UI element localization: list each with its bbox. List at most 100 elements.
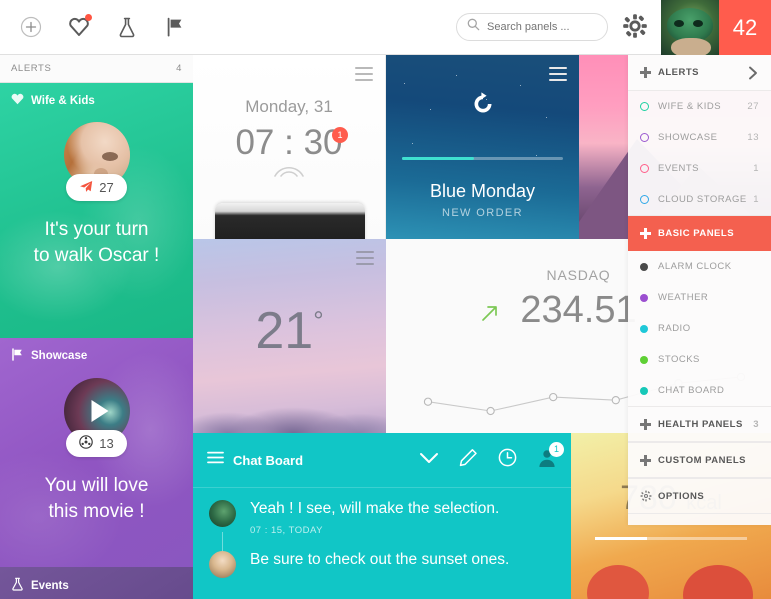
- sidebar-item-wife-kids[interactable]: WIFE & KIDS 27: [628, 91, 771, 122]
- movie-count-pill[interactable]: 13: [66, 430, 127, 457]
- group-icon: [640, 454, 658, 466]
- hamburger-icon[interactable]: [549, 67, 567, 85]
- sidebar-item-chat-board[interactable]: CHAT BOARD: [628, 375, 771, 406]
- sidebar-item-label: CLOUD STORAGE: [658, 194, 747, 205]
- clock-icon[interactable]: [498, 448, 517, 472]
- sidebar-item-label: CHAT BOARD: [658, 385, 725, 396]
- alerts-column: ALERTS 4 Wife & Kids 27 It's your turn t…: [0, 55, 193, 599]
- flask-icon[interactable]: [112, 12, 142, 42]
- alert-card-events[interactable]: Events: [0, 567, 193, 599]
- card-header: Events: [0, 567, 193, 594]
- card-message: You will love this movie !: [37, 473, 157, 525]
- chevron-down-icon[interactable]: [419, 451, 439, 469]
- alert-card-showcase[interactable]: Showcase 13 You will love this movie !: [0, 338, 193, 567]
- plus-icon: [640, 454, 651, 466]
- hamburger-icon[interactable]: [207, 451, 224, 469]
- message-text: Yeah ! I see, will make the selection.: [250, 500, 500, 517]
- sidebar-item-count: 27: [747, 101, 759, 112]
- message-count-pill[interactable]: 27: [66, 174, 127, 201]
- flag-icon[interactable]: [160, 12, 190, 42]
- chart-point: [486, 406, 495, 416]
- pencil-icon[interactable]: [459, 448, 478, 472]
- paper-plane-icon: [79, 180, 93, 196]
- search-icon: [467, 18, 480, 36]
- panel-alarm-clock[interactable]: Monday, 31 07 : 30 1: [193, 55, 386, 239]
- toolbar-icon-group: [0, 12, 190, 42]
- sidebar-group-alerts-group[interactable]: ALERTS: [628, 55, 771, 91]
- panel-radio[interactable]: Blue Monday NEW ORDER: [386, 55, 579, 239]
- play-icon[interactable]: [91, 400, 108, 422]
- sidebar-item-alarm-clock[interactable]: ALARM CLOCK: [628, 251, 771, 282]
- status-dot: [640, 324, 648, 333]
- sidebar-item-label: RADIO: [658, 323, 691, 334]
- sidebar-item-label: SHOWCASE: [658, 132, 718, 143]
- group-icon: [640, 228, 658, 239]
- weather-landscape: [193, 387, 386, 433]
- card-message-line-2: this movie !: [48, 501, 145, 522]
- card-body: 27 It's your turn to walk Oscar !: [0, 108, 193, 269]
- panel-chat-board[interactable]: Chat Board 1 Yeah ! I see, will make the…: [193, 433, 571, 599]
- chevron-right-icon[interactable]: [747, 66, 759, 80]
- favorite-heart-icon[interactable]: [64, 12, 94, 42]
- sidebar-item-cloud-storage[interactable]: CLOUD STORAGE 1: [628, 184, 771, 215]
- sidebar-group-custom-panels-group[interactable]: CUSTOM PANELS: [628, 442, 771, 478]
- card-message: It's your turn to walk Oscar !: [26, 217, 168, 269]
- card-message-line-2: to walk Oscar !: [33, 245, 160, 266]
- item-marker: [640, 102, 658, 111]
- avatar-eye-left: [674, 20, 684, 27]
- card-title: Showcase: [31, 350, 88, 362]
- replay-icon[interactable]: [470, 91, 496, 122]
- hamburger-icon[interactable]: [356, 251, 374, 269]
- sidebar-group-count: 3: [753, 418, 759, 430]
- panels-sidebar: ALERTS WIFE & KIDS 27 SHOWCASE 13 EVENTS 1 CLOU…: [628, 55, 771, 525]
- calories-progress-bar[interactable]: [595, 537, 747, 540]
- alert-card-wife-kids[interactable]: Wife & Kids 27 It's your turn to walk Os…: [0, 83, 193, 338]
- sidebar-group-health-panels-group[interactable]: HEALTH PANELS 3: [628, 406, 771, 442]
- gear-icon[interactable]: [620, 11, 650, 41]
- item-marker: [640, 386, 658, 395]
- sidebar-group-label: BASIC PANELS: [658, 228, 735, 239]
- card-title: Events: [31, 579, 69, 592]
- sidebar-item-label: ALARM CLOCK: [658, 261, 732, 272]
- chat-title: Chat Board: [233, 452, 304, 468]
- sidebar-item-showcase[interactable]: SHOWCASE 13: [628, 122, 771, 153]
- card-body: 13 You will love this movie !: [0, 364, 193, 525]
- item-marker: [640, 262, 658, 271]
- search-input[interactable]: [487, 21, 592, 33]
- avatar-eye: [101, 152, 118, 161]
- sidebar-item-radio[interactable]: RADIO: [628, 313, 771, 344]
- status-ring: [640, 164, 649, 173]
- notification-count-badge[interactable]: 42: [719, 0, 771, 55]
- sidebar-item-events[interactable]: EVENTS 1: [628, 153, 771, 184]
- sidebar-item-count: 1: [753, 194, 759, 205]
- group-icon: [640, 67, 658, 78]
- alerts-title: ALERTS: [11, 63, 52, 74]
- sidebar-item-stocks[interactable]: STOCKS: [628, 344, 771, 375]
- item-marker: [640, 195, 658, 204]
- status-dot: [640, 386, 648, 395]
- avatar[interactable]: [661, 0, 719, 55]
- person-icon[interactable]: 1: [537, 441, 564, 473]
- chat-message[interactable]: Be sure to check out the sunset ones.: [193, 536, 571, 578]
- sidebar-group-options-group[interactable]: OPTIONS: [628, 478, 771, 514]
- food-photo-element: [587, 565, 649, 599]
- radio-progress-bar[interactable]: [402, 157, 563, 160]
- card-title: Wife & Kids: [31, 94, 95, 107]
- chat-message[interactable]: Yeah ! I see, will make the selection. 0…: [193, 488, 571, 562]
- item-marker: [640, 324, 658, 333]
- sidebar-group-basic-panels-group[interactable]: BASIC PANELS: [628, 215, 771, 251]
- hamburger-icon[interactable]: [355, 67, 373, 85]
- chat-header: Chat Board 1: [193, 433, 571, 488]
- chart-point: [549, 392, 558, 402]
- sidebar-item-weather[interactable]: WEATHER: [628, 282, 771, 313]
- sidebar-item-label: WEATHER: [658, 292, 709, 303]
- flag-icon: [11, 348, 24, 364]
- search-container: [456, 13, 608, 41]
- search-box[interactable]: [456, 13, 608, 41]
- panel-weather[interactable]: 21°: [193, 239, 386, 433]
- alarm-time-row: 07 : 30 1: [193, 123, 385, 163]
- sidebar-group-label: ALERTS: [658, 67, 699, 78]
- sidebar-item-label: EVENTS: [658, 163, 700, 174]
- people-count-badge: 1: [549, 441, 564, 457]
- add-icon[interactable]: [16, 12, 46, 42]
